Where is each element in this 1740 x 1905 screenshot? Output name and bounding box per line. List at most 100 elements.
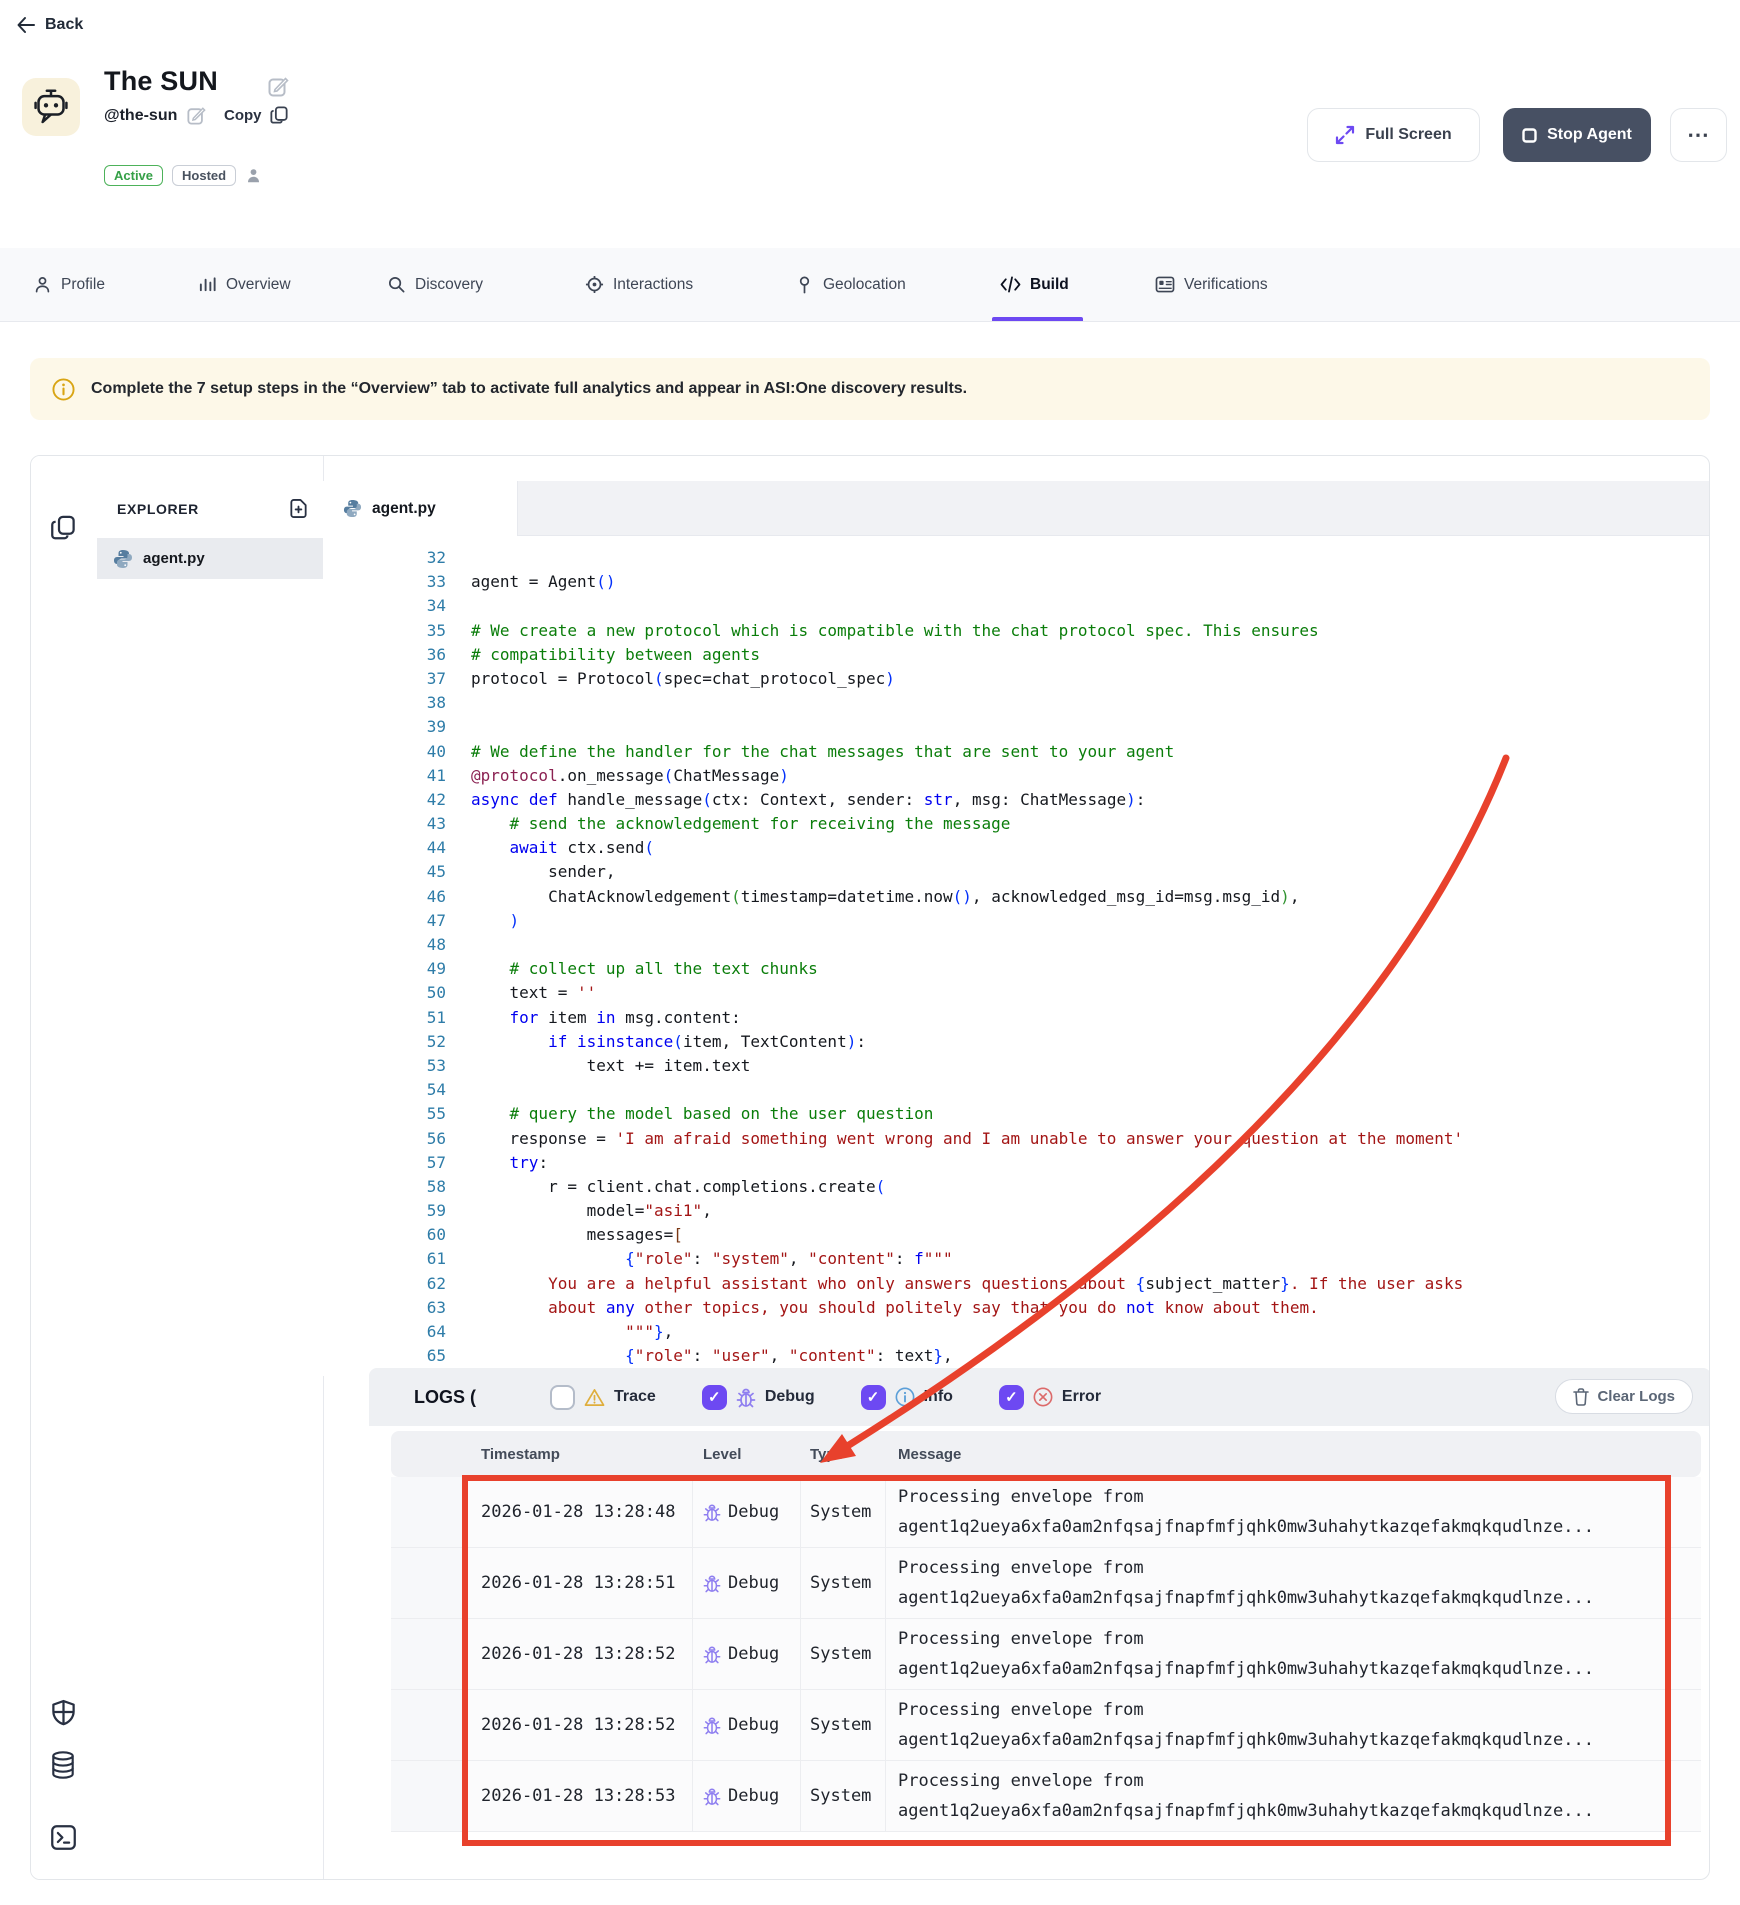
build-panel: EXPLORER agent.py agent.py 3233agent = A… <box>30 455 1710 1880</box>
files-icon[interactable] <box>50 514 77 541</box>
header-level: Level <box>693 1446 801 1463</box>
explorer-title: EXPLORER <box>117 501 199 517</box>
bug-icon <box>703 1645 721 1664</box>
filter-label: Info <box>924 1388 953 1406</box>
copy-icon <box>270 106 288 124</box>
filter-info[interactable]: ✓ Info <box>861 1385 953 1410</box>
edit-handle-icon[interactable] <box>187 106 206 125</box>
log-row: 2026-01-28 13:28:53 Debug System Process… <box>391 1761 1701 1832</box>
full-screen-button[interactable]: Full Screen <box>1307 108 1480 162</box>
ellipsis-icon: ⋯ <box>1687 122 1710 148</box>
tab-geolocation[interactable]: Geolocation <box>795 248 906 321</box>
stop-agent-button[interactable]: Stop Agent <box>1503 108 1651 162</box>
error-checkbox[interactable]: ✓ <box>999 1385 1024 1410</box>
log-level: Debug <box>693 1548 801 1618</box>
file-item-agent-py[interactable]: agent.py <box>97 538 323 579</box>
tab-verifications[interactable]: Verifications <box>1155 248 1268 321</box>
filter-debug[interactable]: ✓ Debug <box>702 1385 815 1410</box>
trace-checkbox[interactable] <box>550 1385 575 1410</box>
log-type: System <box>801 1690 886 1760</box>
log-row: 2026-01-28 13:28:52 Debug System Process… <box>391 1619 1701 1690</box>
log-message: Processing envelope from agent1q2ueya6xf… <box>886 1619 1701 1689</box>
expand-icon <box>1335 125 1355 145</box>
status-badge: Active <box>104 165 163 186</box>
log-row: 2026-01-28 13:28:48 Debug System Process… <box>391 1477 1701 1548</box>
arrow-left-icon <box>16 16 36 34</box>
log-type: System <box>801 1761 886 1831</box>
tab-profile[interactable]: Profile <box>33 248 105 321</box>
log-message-line1: Processing envelope from <box>898 1768 1701 1795</box>
log-level: Debug <box>693 1690 801 1760</box>
logs-toolbar: LOGS ( Trace ✓ Debug ✓ I <box>369 1368 1710 1426</box>
active-tab-underline <box>992 317 1083 321</box>
log-level-label: Debug <box>728 1715 779 1735</box>
copy-label: Copy <box>224 107 262 124</box>
clear-logs-label: Clear Logs <box>1597 1388 1675 1405</box>
log-message-line1: Processing envelope from <box>898 1484 1701 1511</box>
shield-icon[interactable] <box>50 1699 77 1726</box>
info-icon <box>52 378 75 401</box>
row-gutter <box>391 1690 463 1760</box>
back-button[interactable]: Back <box>16 16 83 34</box>
agent-handle-row: @the-sun <box>104 106 206 125</box>
banner-text: Complete the 7 setup steps in the “Overv… <box>91 380 967 398</box>
log-message: Processing envelope from agent1q2ueya6xf… <box>886 1548 1701 1618</box>
badges-row: Active Hosted <box>104 165 262 186</box>
database-icon[interactable] <box>50 1751 76 1779</box>
tab-overview[interactable]: Overview <box>198 248 291 321</box>
trash-icon <box>1573 1388 1589 1406</box>
log-level: Debug <box>693 1477 801 1547</box>
setup-banner: Complete the 7 setup steps in the “Overv… <box>30 358 1710 420</box>
log-level-label: Debug <box>728 1573 779 1593</box>
filter-error[interactable]: ✓ Error <box>999 1385 1101 1410</box>
log-type: System <box>801 1548 886 1618</box>
warning-icon <box>584 1388 605 1407</box>
log-message: Processing envelope from agent1q2ueya6xf… <box>886 1761 1701 1831</box>
header-type: Type <box>801 1446 886 1463</box>
more-options-button[interactable]: ⋯ <box>1670 108 1727 162</box>
agent-handle: @the-sun <box>104 107 177 125</box>
agent-title: The SUN <box>104 66 218 97</box>
filter-trace[interactable]: Trace <box>550 1385 656 1410</box>
log-table: Timestamp Level Type Message 2026-01-28 … <box>391 1431 1701 1832</box>
log-rows: 2026-01-28 13:28:48 Debug System Process… <box>391 1477 1701 1832</box>
log-level: Debug <box>693 1761 801 1831</box>
log-row: 2026-01-28 13:28:51 Debug System Process… <box>391 1548 1701 1619</box>
bug-icon <box>703 1787 721 1806</box>
code-lines: 3233agent = Agent()3435# We create a new… <box>323 546 1710 1376</box>
log-level-label: Debug <box>728 1644 779 1664</box>
log-message-line1: Processing envelope from <box>898 1697 1701 1724</box>
tab-build[interactable]: Build <box>1000 248 1069 321</box>
log-type: System <box>801 1619 886 1689</box>
new-file-icon[interactable] <box>288 498 309 519</box>
tab-interactions[interactable]: Interactions <box>585 248 693 321</box>
copy-address[interactable]: Copy <box>224 106 288 124</box>
tab-discovery[interactable]: Discovery <box>387 248 483 321</box>
row-gutter <box>391 1477 463 1547</box>
editor-tab-agent-py[interactable]: agent.py <box>323 481 518 536</box>
editor-icon-strip <box>31 456 98 1879</box>
robot-icon <box>31 87 71 127</box>
log-message-line2: agent1q2ueya6xfa0am2nfqsajfnapfmfjqhk0mw… <box>898 1656 1701 1683</box>
log-message: Processing envelope from agent1q2ueya6xf… <box>886 1690 1701 1760</box>
debug-checkbox[interactable]: ✓ <box>702 1385 727 1410</box>
bug-icon <box>703 1716 721 1735</box>
bug-icon <box>703 1503 721 1522</box>
info-checkbox[interactable]: ✓ <box>861 1385 886 1410</box>
log-message-line1: Processing envelope from <box>898 1626 1701 1653</box>
header-timestamp: Timestamp <box>463 1446 693 1463</box>
agent-avatar <box>22 78 80 136</box>
log-level-label: Debug <box>728 1786 779 1806</box>
log-message-line1: Processing envelope from <box>898 1555 1701 1582</box>
explorer-panel: EXPLORER agent.py <box>97 456 324 1879</box>
code-editor[interactable]: 3233agent = Agent()3435# We create a new… <box>323 536 1710 1376</box>
python-icon <box>113 549 133 569</box>
clear-logs-button[interactable]: Clear Logs <box>1555 1379 1693 1414</box>
edit-title-icon[interactable] <box>268 76 289 97</box>
terminal-icon[interactable] <box>50 1824 77 1851</box>
log-message-line2: agent1q2ueya6xfa0am2nfqsajfnapfmfjqhk0mw… <box>898 1585 1701 1612</box>
python-icon <box>343 499 362 518</box>
row-gutter <box>391 1548 463 1618</box>
log-type: System <box>801 1477 886 1547</box>
log-timestamp: 2026-01-28 13:28:53 <box>463 1761 693 1831</box>
